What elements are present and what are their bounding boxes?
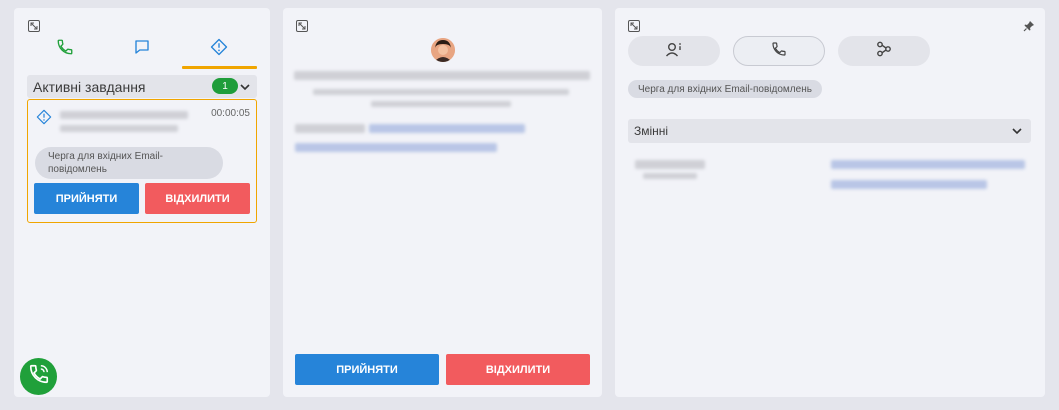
redacted-link[interactable] (369, 124, 525, 133)
redacted-variable-name (635, 160, 705, 169)
tab-chats[interactable] (105, 36, 179, 72)
call-button[interactable] (20, 358, 57, 395)
redacted-variable-value (831, 180, 987, 189)
chat-icon (133, 38, 151, 56)
routing-button[interactable] (838, 36, 930, 66)
redacted-label (295, 124, 365, 133)
redacted-line (294, 71, 590, 80)
variables-header[interactable]: Змінні (628, 119, 1031, 143)
alert-diamond-icon (210, 38, 228, 56)
redacted-sender (60, 111, 188, 119)
channel-tabs (14, 36, 270, 72)
redacted-subject (60, 125, 178, 132)
call-history-button[interactable] (733, 36, 825, 66)
redacted-link[interactable] (295, 143, 497, 152)
active-tasks-header[interactable]: Активні завдання 1 (27, 75, 257, 98)
expand-icon[interactable] (628, 20, 640, 32)
avatar (431, 38, 455, 62)
user-info-icon (665, 41, 683, 62)
phone-icon (56, 38, 74, 56)
redacted-line (313, 89, 569, 95)
tab-calls[interactable] (28, 36, 102, 72)
accept-button[interactable]: ПРИЙНЯТИ (295, 354, 439, 385)
task-timer: 00:00:05 (211, 108, 250, 119)
accept-button[interactable]: ПРИЙНЯТИ (34, 183, 139, 214)
reject-button[interactable]: ВІДХИЛИТИ (145, 183, 250, 214)
pin-icon[interactable] (1023, 20, 1035, 32)
redacted-line (371, 101, 511, 107)
expand-icon[interactable] (296, 20, 308, 32)
chevron-down-icon[interactable] (1011, 125, 1023, 140)
variables-title: Змінні (634, 124, 669, 138)
queue-chip: Черга для вхідних Email-повідомлень (35, 147, 223, 179)
alert-diamond-icon (36, 109, 52, 130)
reject-button[interactable]: ВІДХИЛИТИ (446, 354, 590, 385)
task-card[interactable]: 00:00:05 Черга для вхідних Email-повідом… (27, 99, 257, 223)
task-count-badge: 1 (212, 78, 238, 94)
chevron-down-icon[interactable] (239, 80, 251, 96)
task-details-panel: Черга для вхідних Email-повідомлень Змін… (615, 8, 1045, 397)
phone-ringing-icon (28, 363, 50, 390)
active-tasks-panel: Активні завдання 1 00:00:05 Черга для вх… (14, 8, 270, 397)
contact-info-button[interactable] (628, 36, 720, 66)
section-title: Активні завдання (33, 78, 146, 95)
queue-tag: Черга для вхідних Email-повідомлень (628, 80, 822, 98)
redacted-variable-name (643, 173, 697, 179)
redacted-variable-value (831, 160, 1025, 169)
flow-icon (875, 41, 893, 62)
active-tab-indicator (182, 66, 257, 69)
task-preview-panel: ПРИЙНЯТИ ВІДХИЛИТИ (283, 8, 602, 397)
expand-icon[interactable] (28, 20, 40, 32)
phone-icon (771, 41, 787, 62)
